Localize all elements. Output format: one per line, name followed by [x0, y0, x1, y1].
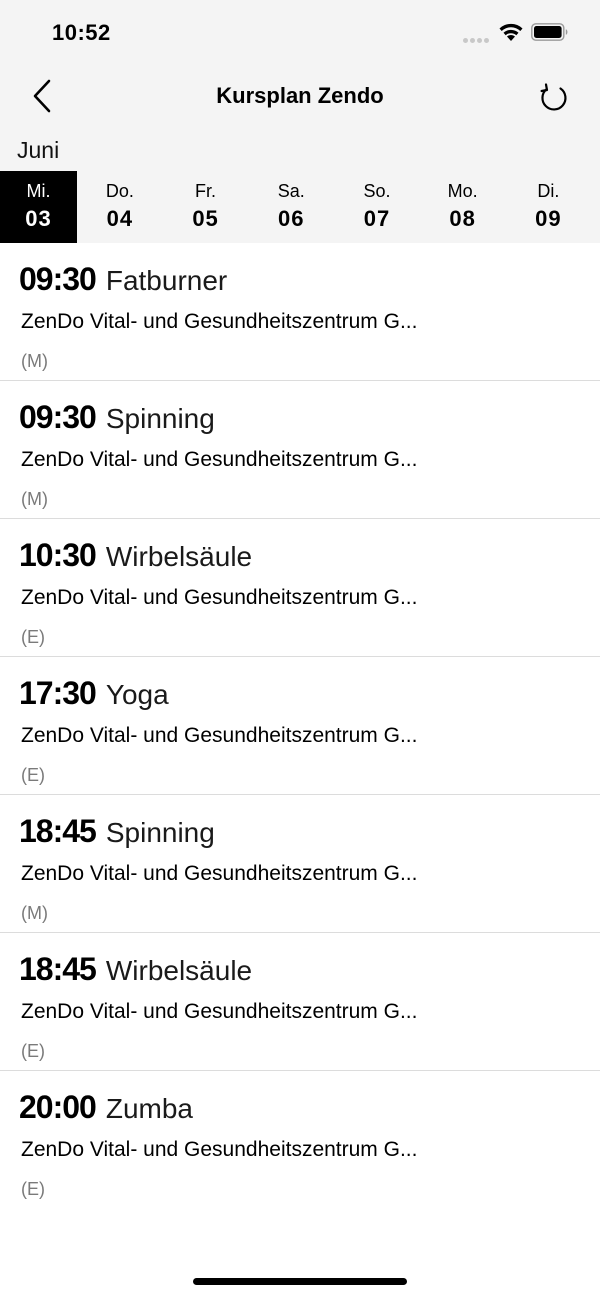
status-bar: 10:52: [0, 0, 600, 66]
cellular-signal-icon: [463, 35, 491, 43]
day-date: 03: [25, 206, 52, 231]
course-location: ZenDo Vital- und Gesundheitszentrum G...: [21, 1000, 418, 1023]
course-location: ZenDo Vital- und Gesundheitszentrum G...: [21, 724, 418, 747]
course-location: ZenDo Vital- und Gesundheitszentrum G...: [21, 1138, 418, 1161]
day-tab-selected[interactable]: Mi. 03: [0, 171, 77, 243]
day-date: 05: [192, 206, 219, 231]
course-time: 18:45: [19, 813, 97, 849]
course-level: (E): [21, 765, 45, 785]
course-name: Wirbelsäule: [105, 955, 253, 986]
course-name: Yoga: [105, 679, 169, 710]
refresh-button[interactable]: [534, 78, 574, 118]
course-heading: 09:30 Fatburner: [19, 261, 227, 298]
refresh-icon: [540, 83, 567, 111]
page-title: Kursplan Zendo: [216, 83, 384, 108]
course-name: Fatburner: [105, 265, 228, 296]
day-tab[interactable]: Sa. 06: [248, 171, 334, 243]
course-heading: 10:30 Wirbelsäule: [19, 537, 252, 574]
course-time: 18:45: [19, 951, 97, 987]
status-time: 10:52: [52, 20, 111, 45]
day-weekday: Mi.: [26, 181, 51, 201]
day-date: 08: [449, 206, 476, 231]
course-list-item[interactable]: 09:30 Fatburner ZenDo Vital- und Gesundhe…: [0, 243, 600, 381]
course-heading: 18:45 Wirbelsäule: [19, 951, 252, 988]
course-level: (M): [21, 351, 48, 371]
month-label: Juni: [17, 137, 60, 163]
course-time: 10:30: [19, 537, 97, 573]
day-date: 09: [535, 206, 562, 231]
course-time: 09:30: [19, 261, 97, 297]
course-list-item[interactable]: 17:30 Yoga ZenDo Vital- und Gesundheitsze…: [0, 657, 600, 795]
day-tab[interactable]: Do. 04: [77, 171, 163, 243]
course-list-item[interactable]: 20:00 Zumba ZenDo Vital- und Gesundheitsz…: [0, 1071, 600, 1209]
course-location: ZenDo Vital- und Gesundheitszentrum G...: [21, 586, 418, 609]
course-time: 20:00: [19, 1089, 97, 1125]
course-level: (E): [21, 1041, 45, 1061]
day-weekday: Do.: [105, 181, 134, 201]
day-tab[interactable]: Fr. 05: [163, 171, 249, 243]
course-location: ZenDo Vital- und Gesundheitszentrum G...: [21, 310, 418, 333]
course-heading: 09:30 Spinning: [19, 399, 215, 436]
course-location: ZenDo Vital- und Gesundheitszentrum G...: [21, 448, 418, 471]
day-weekday: Fr.: [195, 181, 217, 201]
day-weekday: Di.: [537, 181, 560, 201]
course-heading: 20:00 Zumba: [19, 1089, 193, 1126]
course-level: (M): [21, 903, 48, 923]
course-heading: 18:45 Spinning: [19, 813, 215, 850]
wifi-icon: [499, 23, 523, 41]
day-date: 06: [278, 206, 305, 231]
course-list-item[interactable]: 18:45 Wirbelsäule ZenDo Vital- und Gesund…: [0, 933, 600, 1071]
course-list-item[interactable]: 10:30 Wirbelsäule ZenDo Vital- und Gesund…: [0, 519, 600, 657]
day-tab[interactable]: Mo. 08: [420, 171, 506, 243]
course-level: (E): [21, 627, 45, 647]
course-list: 09:30 Fatburner ZenDo Vital- und Gesundhe…: [0, 243, 600, 1209]
navigation-bar: Kursplan Zendo: [0, 66, 600, 128]
battery-icon: [531, 23, 568, 41]
date-selector: Mi. 03 Do. 04 Fr. 05 Sa. 06 So. 07 Mo. 0…: [0, 171, 600, 243]
day-tab[interactable]: So. 07: [334, 171, 420, 243]
course-name: Spinning: [105, 403, 215, 434]
course-name: Spinning: [105, 817, 215, 848]
course-heading: 17:30 Yoga: [19, 675, 169, 712]
day-date: 07: [363, 206, 391, 231]
course-location: ZenDo Vital- und Gesundheitszentrum G...: [21, 862, 418, 885]
course-list-item[interactable]: 09:30 Spinning ZenDo Vital- und Gesundhei…: [0, 381, 600, 519]
course-name: Zumba: [105, 1093, 193, 1124]
course-name: Wirbelsäule: [105, 541, 253, 572]
home-indicator[interactable]: [193, 1278, 407, 1285]
course-time: 09:30: [19, 399, 97, 435]
course-list-item[interactable]: 18:45 Spinning ZenDo Vital- und Gesundhei…: [0, 795, 600, 933]
course-level: (M): [21, 489, 48, 509]
day-weekday: So.: [363, 181, 391, 201]
day-date: 04: [106, 206, 134, 231]
day-weekday: Mo.: [447, 181, 478, 201]
course-time: 17:30: [19, 675, 97, 711]
day-weekday: Sa.: [277, 181, 305, 201]
day-tab[interactable]: Di. 09: [506, 171, 592, 243]
course-level: (E): [21, 1179, 45, 1199]
